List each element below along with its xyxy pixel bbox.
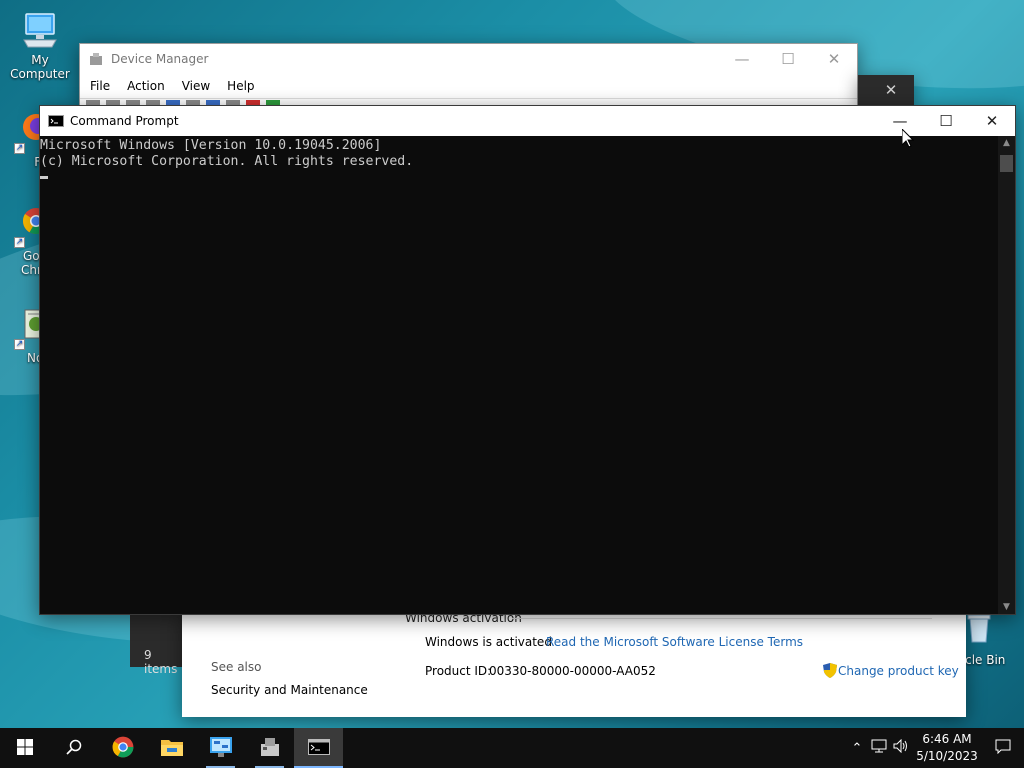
security-maintenance-link[interactable]: Security and Maintenance <box>211 683 368 697</box>
minimize-button[interactable]: — <box>877 106 923 136</box>
taskbar-control-panel[interactable] <box>196 728 245 768</box>
section-divider <box>512 618 932 619</box>
menu-file[interactable]: File <box>90 79 110 93</box>
taskbar: ⌃ 6:46 AM 5/10/2023 <box>0 728 1024 768</box>
chevron-up-icon: ⌃ <box>851 740 863 756</box>
console-output[interactable]: Microsoft Windows [Version 10.0.19045.20… <box>40 136 998 614</box>
license-terms-link[interactable]: Read the Microsoft Software License Term… <box>546 635 803 649</box>
activation-status: Windows is activated <box>425 635 552 649</box>
system-properties-window[interactable]: Windows activation Windows is activated … <box>182 611 966 717</box>
taskbar-command-prompt[interactable] <box>294 728 343 768</box>
command-prompt-window[interactable]: Command Prompt — ☐ ✕ Microsoft Windows [… <box>39 105 1016 615</box>
command-prompt-icon <box>307 738 330 758</box>
search-button[interactable] <box>49 728 98 768</box>
system-tray: ⌃ 6:46 AM 5/10/2023 <box>846 728 1024 768</box>
network-icon <box>871 739 887 757</box>
uac-shield-icon <box>823 663 837 678</box>
scroll-up-icon[interactable]: ▲ <box>998 136 1015 150</box>
search-icon <box>65 739 82 758</box>
notification-icon <box>995 739 1011 758</box>
chrome-icon <box>111 735 135 762</box>
shortcut-arrow-icon: ↗ <box>14 339 25 350</box>
window-title: Device Manager <box>111 52 209 66</box>
console-line: (c) Microsoft Corporation. All rights re… <box>40 154 414 169</box>
console-line: Microsoft Windows [Version 10.0.19045.20… <box>40 138 382 153</box>
menu-help[interactable]: Help <box>227 79 254 93</box>
scrollbar-thumb[interactable] <box>1000 155 1013 172</box>
menu-bar: File Action View Help <box>80 74 857 98</box>
command-prompt-titlebar[interactable]: Command Prompt — ☐ ✕ <box>40 106 1015 136</box>
menu-view[interactable]: View <box>182 79 210 93</box>
desktop-icon-label: My Computer <box>10 53 70 81</box>
desktop-icon-my-computer[interactable]: My Computer <box>0 10 80 81</box>
scroll-down-icon[interactable]: ▼ <box>998 600 1015 614</box>
action-center-button[interactable] <box>982 728 1024 768</box>
speaker-icon <box>893 738 909 757</box>
menu-action[interactable]: Action <box>127 79 165 93</box>
close-button[interactable]: ✕ <box>811 44 857 74</box>
device-manager-titlebar[interactable]: Device Manager — ☐ ✕ <box>80 44 857 74</box>
show-hidden-icons-button[interactable]: ⌃ <box>846 728 868 768</box>
mouse-cursor-icon <box>901 127 915 151</box>
item-count: 9 items <box>144 648 178 676</box>
file-explorer-icon <box>160 738 183 759</box>
clock[interactable]: 6:46 AM 5/10/2023 <box>912 728 982 768</box>
clock-date: 5/10/2023 <box>916 749 978 763</box>
control-panel-icon <box>209 736 232 760</box>
product-id-label: Product ID: <box>425 664 492 678</box>
maximize-button[interactable]: ☐ <box>923 106 969 136</box>
volume-button[interactable] <box>890 728 912 768</box>
recycle-bin-icon <box>964 612 994 644</box>
background-window-titlebar[interactable]: ✕ <box>858 75 914 105</box>
console-cursor <box>40 176 48 179</box>
computer-icon <box>20 10 60 50</box>
network-button[interactable] <box>868 728 890 768</box>
shortcut-arrow-icon: ↗ <box>14 143 25 154</box>
close-button[interactable]: ✕ <box>969 106 1015 136</box>
taskbar-device-manager[interactable] <box>245 728 294 768</box>
explorer-window[interactable]: 9 items <box>130 612 182 676</box>
close-button[interactable]: ✕ <box>868 75 914 105</box>
windows-logo-icon <box>16 738 33 758</box>
see-also-label: See also <box>211 660 262 674</box>
clock-time: 6:46 AM <box>922 732 972 746</box>
command-prompt-icon <box>48 115 64 127</box>
change-product-key-link[interactable]: Change product key <box>838 664 959 678</box>
product-id-value: 00330-80000-00000-AA052 <box>489 664 656 678</box>
window-title: Command Prompt <box>70 114 179 128</box>
device-manager-icon <box>259 737 281 760</box>
device-manager-icon <box>89 52 103 66</box>
taskbar-chrome[interactable] <box>98 728 147 768</box>
minimize-button[interactable]: — <box>719 44 765 74</box>
maximize-button[interactable]: ☐ <box>765 44 811 74</box>
device-manager-window[interactable]: Device Manager — ☐ ✕ File Action View He… <box>79 43 858 108</box>
shortcut-arrow-icon: ↗ <box>14 237 25 248</box>
taskbar-file-explorer[interactable] <box>147 728 196 768</box>
vertical-scrollbar[interactable]: ▲ ▼ <box>998 136 1015 614</box>
start-button[interactable] <box>0 728 49 768</box>
